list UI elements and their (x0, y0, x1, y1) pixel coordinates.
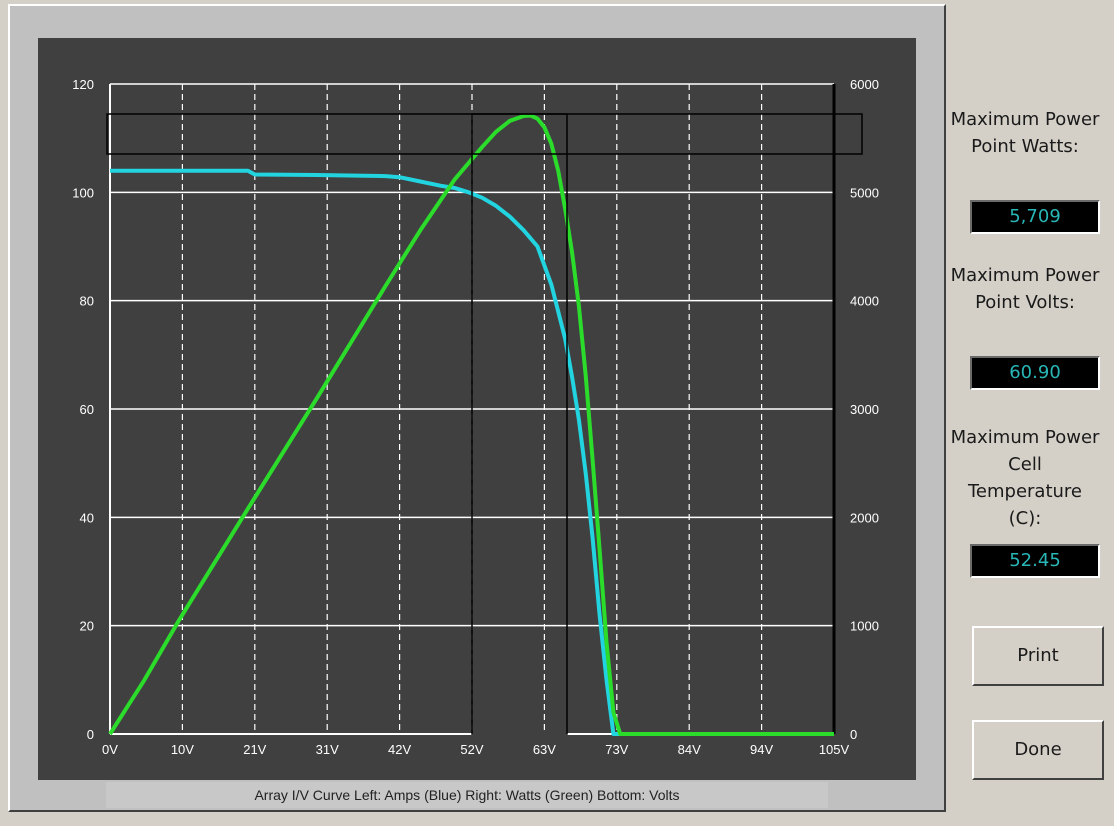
x-tick-label: 105V (819, 742, 850, 757)
y-left-tick-label: 40 (80, 510, 94, 525)
y-left-tick-label: 120 (72, 77, 94, 92)
mpp-temp-value: 52.45 (970, 544, 1100, 578)
x-tick-label: 21V (243, 742, 266, 757)
x-tick-label: 94V (750, 742, 773, 757)
x-tick-label: 63V (533, 742, 556, 757)
mpp-temp-label: Maximum Power Cell Temperature (C): (950, 427, 1100, 529)
x-tick-label: 31V (316, 742, 339, 757)
y-left-tick-label: 100 (72, 185, 94, 200)
x-tick-label: 84V (678, 742, 701, 757)
x-tick-label: 73V (605, 742, 628, 757)
y-left-tick-label: 60 (80, 402, 94, 417)
mpp-watts-label: Maximum Power Point Watts: (950, 109, 1100, 157)
print-button[interactable]: Print (972, 626, 1104, 686)
chart-caption: Array I/V Curve Left: Amps (Blue) Right:… (106, 782, 828, 808)
x-tick-label: 10V (171, 742, 194, 757)
y-right-tick-label: 0 (850, 727, 857, 742)
y-right-tick-label: 5000 (850, 185, 879, 200)
y-right-tick-label: 6000 (850, 77, 879, 92)
x-tick-label: 42V (388, 742, 411, 757)
mpp-volts-value: 60.90 (970, 356, 1100, 390)
y-right-tick-label: 4000 (850, 294, 879, 309)
mpp-volts-label: Maximum Power Point Volts: (950, 265, 1100, 313)
iv-curve-chart: 0 0 20 1000 40 2000 60 3000 80 4000 100 5000 120 6000… (38, 38, 916, 780)
y-right-tick-label: 3000 (850, 402, 879, 417)
mpp-watts-value: 5,709 (970, 200, 1100, 234)
y-left-tick-label: 0 (87, 727, 94, 742)
x-tick-label: 52V (460, 742, 483, 757)
y-right-tick-label: 1000 (850, 619, 879, 634)
x-tick-label: 0V (102, 742, 118, 757)
y-left-tick-label: 80 (80, 294, 94, 309)
done-button[interactable]: Done (972, 720, 1104, 780)
y-left-tick-label: 20 (80, 619, 94, 634)
y-right-tick-label: 2000 (850, 510, 879, 525)
